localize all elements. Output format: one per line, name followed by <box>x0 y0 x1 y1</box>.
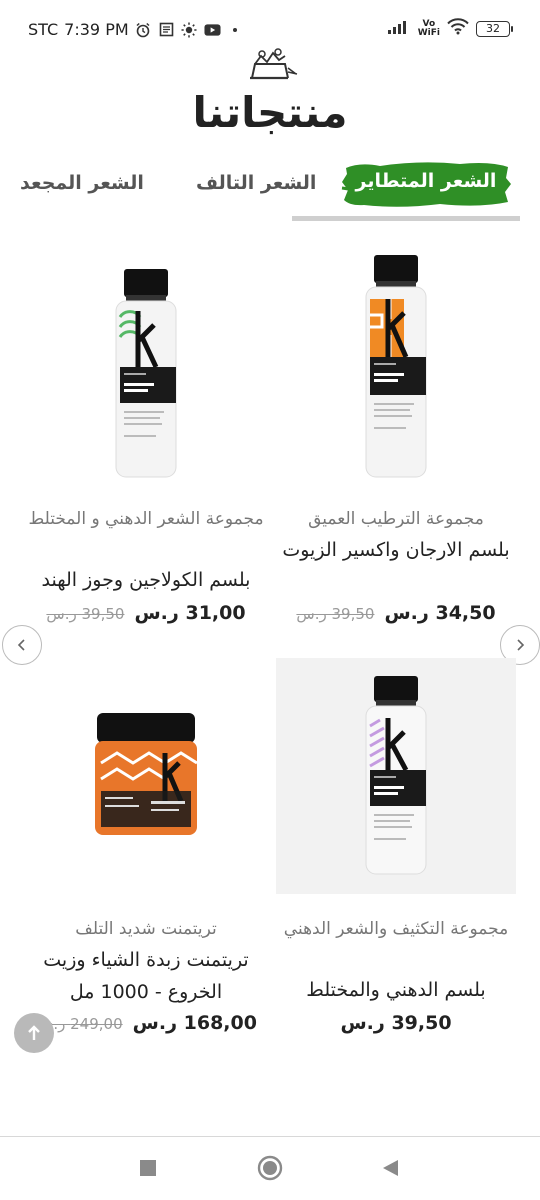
volte-line2: WiFi <box>417 27 440 38</box>
jar-icon <box>95 713 198 835</box>
page-title: منتجاتنا <box>192 88 348 137</box>
product-category: مجموعة الشعر الدهني و المختلط <box>28 509 264 529</box>
current-price: 39,50 ر.س <box>340 1012 452 1034</box>
chevron-right-icon <box>517 639 525 651</box>
back-button[interactable] <box>370 1150 410 1186</box>
scroll-to-top-button[interactable] <box>14 1013 54 1053</box>
signal-icon <box>387 19 411 39</box>
status-left: STC 7:39 PM <box>28 20 244 39</box>
product-image[interactable] <box>26 658 266 894</box>
old-price: 39,50 ر.س <box>46 605 125 623</box>
tab-curly-hair[interactable]: الشعر المجعد <box>20 172 144 194</box>
brand-logo-icon <box>240 44 300 84</box>
tab-damaged-hair[interactable]: الشعر التالف <box>196 172 316 194</box>
product-name[interactable]: بلسم الكولاجين وجوز الهند <box>26 564 266 596</box>
product-name[interactable]: تريتمنت زبدة الشياء وزيت الخروع - 1000 م… <box>26 944 266 1008</box>
category-tabs: الشعر المتطاير الشعر التالف الشعر المجعد <box>0 158 540 228</box>
product-category: مجموعة الترطيب العميق <box>308 509 484 529</box>
tab-underline <box>292 216 520 221</box>
current-price: 168,00 ر.س <box>132 1012 257 1034</box>
recent-apps-button[interactable] <box>128 1150 168 1186</box>
product-category: تريتمنت شديد التلف <box>75 919 217 939</box>
product-name[interactable]: بلسم الدهني والمختلط <box>276 974 516 1006</box>
battery-level: 32 <box>486 22 500 35</box>
current-price: 34,50 ر.س <box>384 602 496 624</box>
youtube-icon <box>204 21 221 38</box>
product-price: 39,50 ر.س <box>276 1012 516 1034</box>
product-price: 168,00 ر.س 249,00 ر.س <box>26 1012 266 1034</box>
volte-icon: Vo WiFi <box>417 19 440 38</box>
product-name[interactable]: بلسم الارجان واكسير الزيوت <box>276 534 516 566</box>
brightness-icon <box>181 21 198 38</box>
current-price: 31,00 ر.س <box>134 602 246 624</box>
time-label: 7:39 PM <box>64 20 129 39</box>
alarm-icon <box>135 21 152 38</box>
wifi-icon <box>447 18 469 39</box>
home-icon <box>257 1155 283 1181</box>
arrow-up-icon <box>28 1025 40 1040</box>
product-image[interactable] <box>276 250 516 486</box>
nav-divider <box>0 1136 540 1137</box>
product-image[interactable] <box>276 658 516 894</box>
battery-icon: 32 <box>476 20 513 37</box>
bottle-icon <box>365 255 427 478</box>
tab-frizzy-hair-label: الشعر المتطاير <box>355 170 497 192</box>
old-price: 39,50 ر.س <box>296 605 375 623</box>
product-image[interactable] <box>26 250 266 486</box>
carrier-label: STC <box>28 20 59 39</box>
product-category: مجموعة التكثيف والشعر الدهني <box>283 919 509 939</box>
product-price: 31,00 ر.س 39,50 ر.س <box>26 602 266 624</box>
dot-icon <box>227 21 244 38</box>
status-right: Vo WiFi 32 <box>387 18 513 39</box>
recent-apps-icon <box>140 1160 156 1176</box>
product-price: 34,50 ر.س 39,50 ر.س <box>276 602 516 624</box>
bottle-icon <box>115 269 177 478</box>
bottle-icon <box>365 676 427 875</box>
chevron-left-icon <box>17 639 25 651</box>
back-icon <box>383 1160 398 1176</box>
tab-frizzy-hair[interactable]: الشعر المتطاير <box>340 158 512 210</box>
home-button[interactable] <box>250 1150 290 1186</box>
notes-icon <box>158 21 175 38</box>
